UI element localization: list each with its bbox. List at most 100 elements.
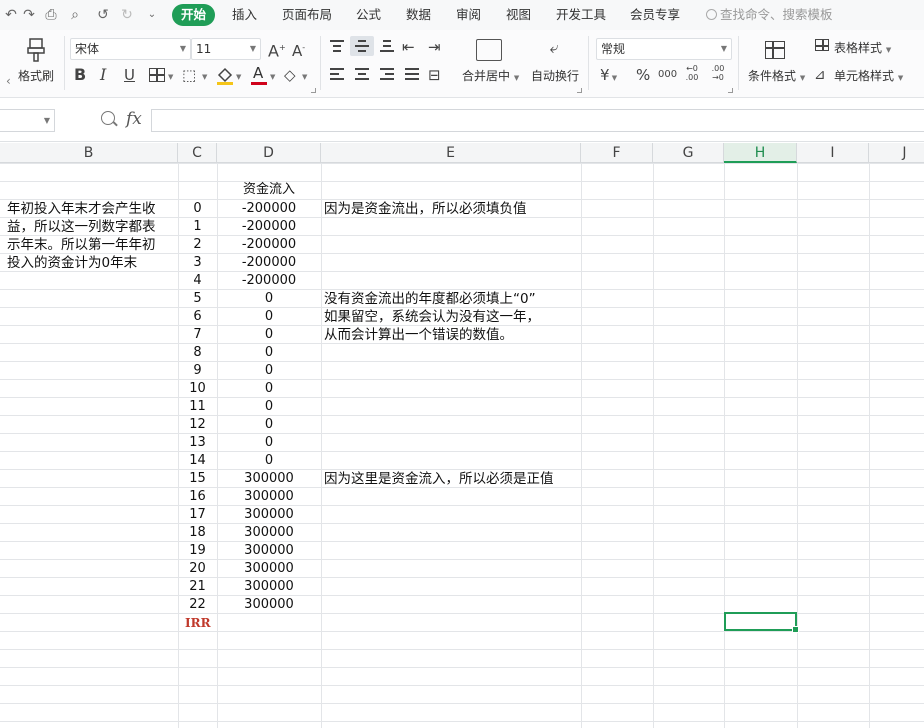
more-icon[interactable]: ⌄: [143, 6, 161, 24]
print-preview-icon[interactable]: ⌕: [66, 6, 84, 24]
cell-cashflow[interactable]: 0: [217, 308, 321, 326]
cell-cashflow[interactable]: -200000: [217, 236, 321, 254]
cell-style-brush-icon[interactable]: ⬚: [182, 66, 196, 84]
cell-year[interactable]: 1: [178, 218, 217, 236]
cell-year[interactable]: 17: [178, 506, 217, 524]
wrap-text-icon[interactable]: ⤶: [541, 39, 567, 57]
tab-member[interactable]: 会员专享: [630, 4, 680, 26]
tab-review[interactable]: 审阅: [456, 4, 481, 26]
redo-history-icon[interactable]: ↷: [20, 6, 38, 24]
cell-cashflow[interactable]: 0: [217, 290, 321, 308]
chevron-down-icon[interactable]: ▼: [202, 68, 207, 86]
tab-insert[interactable]: 插入: [232, 4, 257, 26]
cell-cashflow[interactable]: 300000: [217, 524, 321, 542]
cell-cashflow[interactable]: -200000: [217, 200, 321, 218]
cell-cashflow[interactable]: 300000: [217, 596, 321, 614]
font-dialog-launcher[interactable]: [311, 88, 316, 93]
column-header-e[interactable]: E: [321, 143, 581, 163]
distributed-align-icon[interactable]: ⊟: [428, 66, 441, 84]
tab-developer[interactable]: 开发工具: [556, 4, 606, 26]
font-color-icon[interactable]: A: [250, 64, 268, 86]
zoom-formula-icon[interactable]: [101, 111, 115, 125]
cell-year[interactable]: 13: [178, 434, 217, 452]
table-style-button[interactable]: 表格样式 ▼: [834, 39, 891, 56]
cell-year[interactable]: 22: [178, 596, 217, 614]
undo-history-icon[interactable]: ↶: [2, 6, 20, 24]
cell-cashflow[interactable]: 0: [217, 398, 321, 416]
column-header-g[interactable]: G: [653, 143, 724, 163]
tab-formulas[interactable]: 公式: [356, 4, 381, 26]
font-name-select[interactable]: 宋体 ▼: [70, 38, 191, 60]
font-size-select[interactable]: 11 ▼: [191, 38, 261, 60]
cell-year[interactable]: 15: [178, 470, 217, 488]
number-format-select[interactable]: 常规 ▼: [596, 38, 732, 60]
cell-year[interactable]: 2: [178, 236, 217, 254]
font-size-increase-icon[interactable]: A+: [268, 39, 286, 60]
column-header-b[interactable]: B: [0, 143, 178, 163]
cell-cashflow[interactable]: 0: [217, 380, 321, 398]
percent-button[interactable]: %: [636, 66, 650, 84]
justify-icon[interactable]: [405, 68, 419, 80]
align-middle-icon[interactable]: [355, 40, 369, 52]
tab-page-layout[interactable]: 页面布局: [282, 4, 332, 26]
redo-icon[interactable]: ↻: [118, 6, 136, 24]
bold-button[interactable]: B: [74, 66, 86, 84]
column-header-c[interactable]: C: [178, 143, 217, 163]
cell-cashflow[interactable]: 0: [217, 416, 321, 434]
cell-cashflow[interactable]: 300000: [217, 578, 321, 596]
chevron-down-icon[interactable]: ▼: [302, 68, 307, 86]
cell-year[interactable]: 0: [178, 200, 217, 218]
tab-home[interactable]: 开始: [172, 4, 216, 26]
cell-d-header[interactable]: 资金流入: [217, 181, 321, 199]
cell-style-button[interactable]: 单元格样式 ▼: [834, 67, 903, 84]
wrap-text-button[interactable]: 自动换行: [531, 67, 579, 84]
tab-view[interactable]: 视图: [506, 4, 531, 26]
thousands-separator-button[interactable]: 000: [658, 66, 677, 84]
borders-icon[interactable]: [149, 68, 165, 82]
currency-button[interactable]: ¥ ▼: [600, 66, 617, 87]
cell-year[interactable]: 14: [178, 452, 217, 470]
clear-format-icon[interactable]: ◇: [284, 66, 296, 84]
merge-center-icon[interactable]: [476, 39, 502, 61]
align-bottom-icon[interactable]: [380, 40, 394, 52]
cell-year[interactable]: 5: [178, 290, 217, 308]
undo-icon[interactable]: ↺: [94, 6, 112, 24]
cell-year[interactable]: 21: [178, 578, 217, 596]
cell-cashflow[interactable]: 300000: [217, 542, 321, 560]
cell-cashflow[interactable]: 0: [217, 434, 321, 452]
cell-cashflow[interactable]: -200000: [217, 218, 321, 236]
chevron-down-icon[interactable]: ▼: [168, 68, 173, 86]
cell-year[interactable]: 6: [178, 308, 217, 326]
cell-cashflow[interactable]: 300000: [217, 560, 321, 578]
italic-button[interactable]: I: [100, 66, 106, 84]
cell-cashflow[interactable]: -200000: [217, 272, 321, 290]
column-header-i[interactable]: I: [797, 143, 869, 163]
decrease-decimal-button[interactable]: .00 →0: [708, 64, 728, 82]
format-painter-button[interactable]: 格式刷: [18, 67, 54, 84]
conditional-format-icon[interactable]: [765, 41, 785, 59]
increase-decimal-button[interactable]: ←0 .00: [682, 64, 702, 82]
alignment-dialog-launcher[interactable]: [577, 88, 582, 93]
align-left-icon[interactable]: [330, 68, 344, 80]
cell-cashflow[interactable]: -200000: [217, 254, 321, 272]
fill-color-icon[interactable]: [215, 65, 235, 87]
cell-cashflow[interactable]: 0: [217, 452, 321, 470]
cell-cashflow[interactable]: 0: [217, 326, 321, 344]
cell-year[interactable]: 10: [178, 380, 217, 398]
align-right-icon[interactable]: [380, 68, 394, 80]
cell-year[interactable]: 3: [178, 254, 217, 272]
cell-cashflow[interactable]: 0: [217, 344, 321, 362]
cell-year[interactable]: 11: [178, 398, 217, 416]
cell-year[interactable]: 7: [178, 326, 217, 344]
column-header-f[interactable]: F: [581, 143, 653, 163]
conditional-format-button[interactable]: 条件格式 ▼: [748, 67, 805, 84]
underline-button[interactable]: U: [124, 66, 135, 84]
column-header-h[interactable]: H: [724, 143, 797, 163]
print-icon[interactable]: ⎙: [42, 6, 60, 24]
format-painter-icon[interactable]: [27, 38, 45, 62]
column-header-d[interactable]: D: [217, 143, 321, 163]
irr-label[interactable]: IRR: [185, 614, 211, 632]
cell-year[interactable]: 20: [178, 560, 217, 578]
selected-cell-h25[interactable]: [724, 612, 799, 633]
insert-function-button[interactable]: fx: [126, 109, 142, 129]
